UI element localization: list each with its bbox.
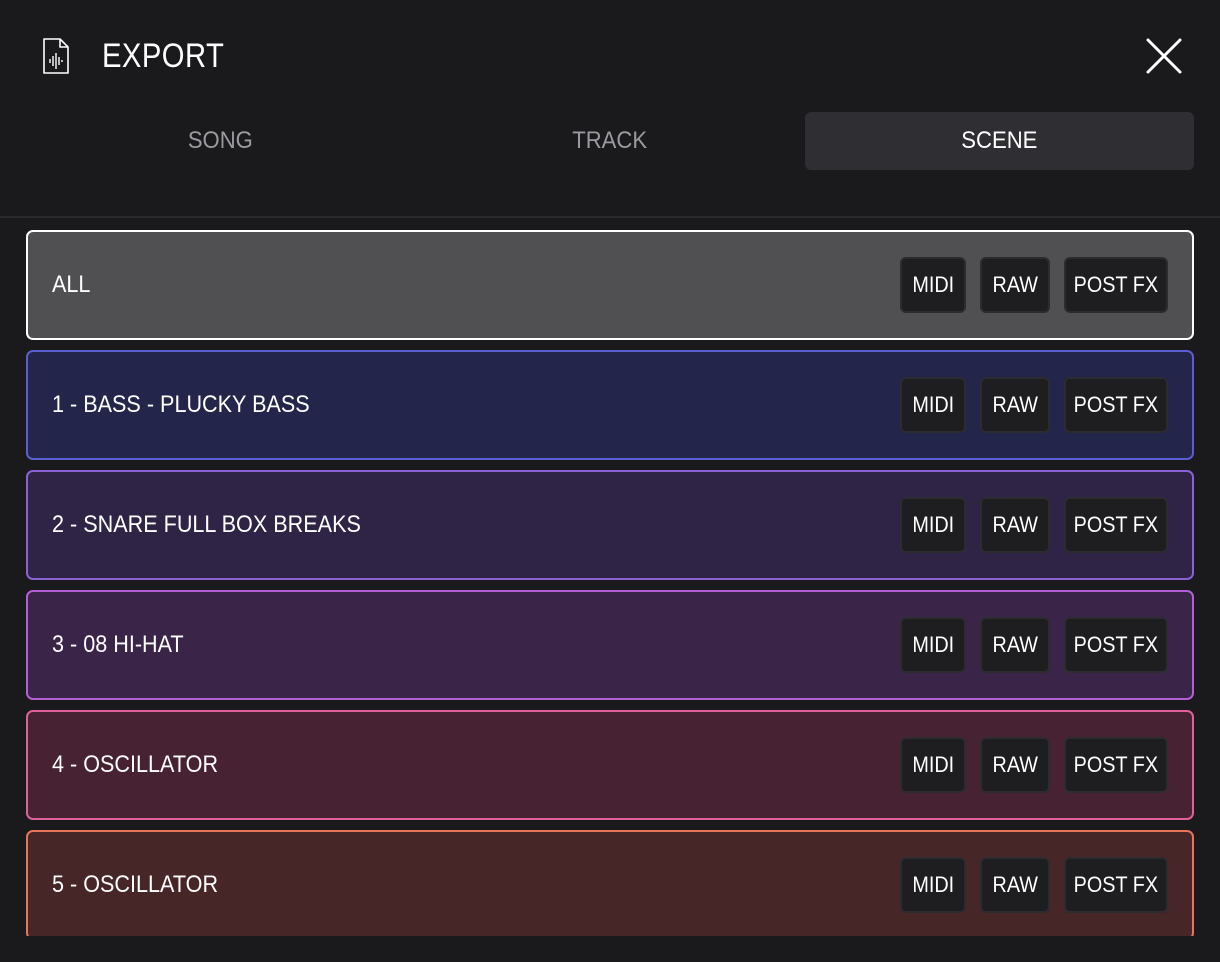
format-buttons: MIDI RAW POST FX (886, 832, 1168, 936)
export-row-track-4[interactable]: 4 - OSCILLATOR MIDI RAW POST FX (26, 710, 1194, 820)
header-divider (0, 216, 1220, 218)
raw-button-label: RAW (992, 392, 1038, 417)
audio-file-icon (43, 38, 69, 74)
export-dialog: EXPORT SONG TRACK SCENE ALL MIDI RAW POS… (0, 0, 1220, 962)
raw-button[interactable]: RAW (980, 737, 1050, 793)
format-buttons: MIDI RAW POST FX (886, 592, 1168, 698)
export-row-track-5[interactable]: 5 - OSCILLATOR MIDI RAW POST FX (26, 830, 1194, 936)
post-fx-button[interactable]: POST FX (1064, 857, 1168, 913)
midi-button-label: MIDI (912, 272, 954, 297)
raw-button-label: RAW (992, 632, 1038, 657)
midi-button[interactable]: MIDI (900, 257, 966, 313)
format-buttons: MIDI RAW POST FX (886, 712, 1168, 818)
raw-button-label: RAW (992, 872, 1038, 897)
tab-track-label: TRACK (572, 127, 648, 154)
raw-button-label: RAW (992, 752, 1038, 777)
raw-button[interactable]: RAW (980, 617, 1050, 673)
row-label: 4 - OSCILLATOR (52, 751, 219, 778)
raw-button[interactable]: RAW (980, 257, 1050, 313)
post-fx-button-label: POST FX (1073, 272, 1159, 297)
post-fx-button-label: POST FX (1073, 632, 1159, 657)
export-tabs: SONG TRACK SCENE (26, 112, 1194, 170)
dialog-title: EXPORT (102, 37, 225, 75)
dialog-header: EXPORT (0, 0, 1220, 112)
midi-button-label: MIDI (912, 512, 954, 537)
export-row-track-2[interactable]: 2 - SNARE FULL BOX BREAKS MIDI RAW POST … (26, 470, 1194, 580)
midi-button-label: MIDI (912, 872, 954, 897)
format-buttons: MIDI RAW POST FX (886, 232, 1168, 338)
raw-button[interactable]: RAW (980, 497, 1050, 553)
format-buttons: MIDI RAW POST FX (886, 472, 1168, 578)
post-fx-button[interactable]: POST FX (1064, 377, 1168, 433)
tab-scene[interactable]: SCENE (804, 112, 1194, 170)
format-buttons: MIDI RAW POST FX (886, 352, 1168, 458)
tab-scene-label: SCENE (961, 127, 1038, 154)
tab-track[interactable]: TRACK (415, 112, 804, 170)
midi-button[interactable]: MIDI (900, 737, 966, 793)
post-fx-button-label: POST FX (1073, 872, 1159, 897)
tab-song-label: SONG (188, 127, 254, 154)
export-row-track-3[interactable]: 3 - 08 HI-HAT MIDI RAW POST FX (26, 590, 1194, 700)
post-fx-button[interactable]: POST FX (1064, 497, 1168, 553)
post-fx-button-label: POST FX (1073, 512, 1159, 537)
raw-button[interactable]: RAW (980, 857, 1050, 913)
post-fx-button[interactable]: POST FX (1064, 737, 1168, 793)
midi-button[interactable]: MIDI (900, 377, 966, 433)
midi-button[interactable]: MIDI (900, 497, 966, 553)
midi-button-label: MIDI (912, 752, 954, 777)
close-icon[interactable] (1144, 36, 1184, 76)
row-label: 5 - OSCILLATOR (52, 871, 219, 898)
tab-song[interactable]: SONG (26, 112, 415, 170)
midi-button[interactable]: MIDI (900, 617, 966, 673)
post-fx-button-label: POST FX (1073, 392, 1159, 417)
midi-button-label: MIDI (912, 392, 954, 417)
raw-button-label: RAW (992, 512, 1038, 537)
row-label: 3 - 08 HI-HAT (52, 631, 184, 658)
export-track-list: ALL MIDI RAW POST FX 1 - BASS - PLUCKY B… (26, 230, 1194, 936)
export-row-all[interactable]: ALL MIDI RAW POST FX (26, 230, 1194, 340)
raw-button-label: RAW (992, 272, 1038, 297)
row-label: 1 - BASS - PLUCKY BASS (52, 391, 310, 418)
row-label: 2 - SNARE FULL BOX BREAKS (52, 511, 361, 538)
row-label: ALL (52, 271, 91, 298)
midi-button-label: MIDI (912, 632, 954, 657)
midi-button[interactable]: MIDI (900, 857, 966, 913)
raw-button[interactable]: RAW (980, 377, 1050, 433)
post-fx-button[interactable]: POST FX (1064, 617, 1168, 673)
post-fx-button-label: POST FX (1073, 752, 1159, 777)
post-fx-button[interactable]: POST FX (1064, 257, 1168, 313)
export-row-track-1[interactable]: 1 - BASS - PLUCKY BASS MIDI RAW POST FX (26, 350, 1194, 460)
